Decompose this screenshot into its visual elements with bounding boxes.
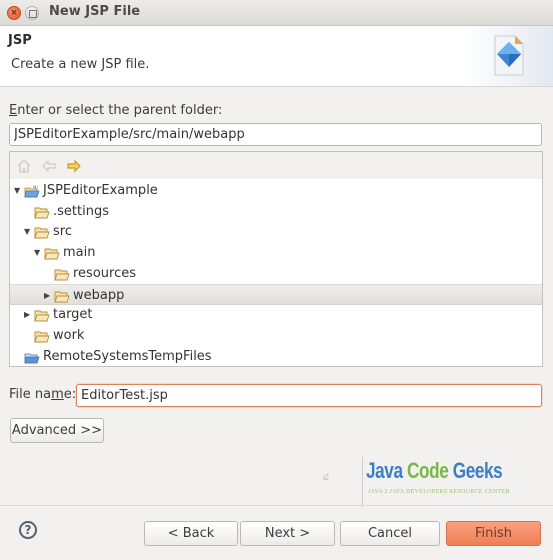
tree-item-label: .settings: [53, 203, 109, 219]
parent-folder-label: Enter or select the parent folder:: [9, 103, 223, 118]
tree-item-target[interactable]: ▶ target: [10, 304, 542, 325]
tree-toolbar: [10, 152, 542, 179]
tree-item-main[interactable]: ▼ main: [10, 242, 542, 263]
back-arrow-icon[interactable]: [41, 158, 57, 174]
file-name-label: File name:: [9, 387, 77, 402]
home-icon[interactable]: [16, 158, 32, 174]
folder-tree[interactable]: ▼ MJ JSPEditorExample .settings ▼ src ▼ main res…: [9, 151, 543, 367]
maximize-window-button[interactable]: [25, 6, 39, 20]
wizard-page-description: Create a new JSP file.: [11, 57, 150, 72]
next-button[interactable]: Next >: [240, 521, 335, 546]
forward-arrow-icon[interactable]: [66, 158, 82, 174]
folder-icon: [54, 267, 70, 281]
expand-arrow-icon[interactable]: ▼: [24, 221, 33, 242]
svg-text:JCG: JCG: [324, 477, 328, 479]
collapse-arrow-icon[interactable]: ▶: [24, 304, 33, 325]
tree-item-label: JSPEditorExample: [43, 183, 158, 198]
logo-separator: [362, 457, 363, 507]
tree-item-resources[interactable]: resources: [10, 263, 542, 284]
file-name-input[interactable]: [76, 384, 542, 407]
tree-item-label: src: [53, 224, 72, 240]
close-icon: ×: [10, 8, 18, 18]
tree-item-label: resources: [73, 265, 137, 281]
jcg-logo-badge-icon: JCG: [322, 472, 329, 481]
tree-item-work[interactable]: work: [10, 325, 542, 346]
tree-item-label: work: [53, 327, 85, 343]
wizard-page-title: JSP: [8, 33, 32, 48]
svg-text:MJ: MJ: [33, 185, 38, 190]
tree-item-jspeditorexample[interactable]: ▼ MJ JSPEditorExample: [10, 180, 542, 201]
folder-icon: [34, 225, 50, 239]
tree-item-webapp[interactable]: ▶ webapp: [10, 283, 542, 306]
title-bar: × New JSP File: [0, 0, 553, 26]
jsp-file-wizard-icon: [494, 35, 524, 76]
help-button[interactable]: ?: [19, 521, 37, 539]
remote-folder-icon: [24, 350, 40, 363]
folder-icon: [34, 205, 50, 219]
folder-icon: [34, 308, 50, 322]
button-bar-separator: [0, 505, 553, 506]
help-icon: ?: [24, 523, 32, 537]
tree-item-label: main: [63, 245, 96, 261]
project-folder-icon: MJ: [24, 184, 40, 198]
back-button[interactable]: < Back: [144, 521, 238, 546]
watermark-logo-text: Java Code Geeks: [366, 458, 503, 483]
collapse-arrow-icon[interactable]: ▶: [44, 285, 53, 306]
tree-item-label: target: [53, 307, 93, 323]
folder-icon: [54, 289, 70, 302]
tree-item-label: RemoteSystemsTempFiles: [43, 348, 212, 364]
window-title: New JSP File: [49, 4, 141, 19]
expand-arrow-icon[interactable]: ▼: [34, 242, 43, 263]
tree-item-src[interactable]: ▼ src: [10, 221, 542, 242]
advanced-button[interactable]: Advanced >>: [10, 418, 104, 443]
close-window-button[interactable]: ×: [7, 6, 21, 20]
wizard-banner: JSP Create a new JSP file.: [0, 26, 553, 87]
tree-item-settings[interactable]: .settings: [10, 201, 542, 222]
folder-icon: [44, 246, 60, 260]
folder-icon: [34, 329, 50, 343]
parent-folder-input[interactable]: [9, 123, 542, 146]
expand-arrow-icon[interactable]: ▼: [14, 180, 23, 201]
finish-button[interactable]: Finish: [446, 521, 541, 546]
tree-item-label: webapp: [73, 287, 125, 303]
tree-item-remotesystemstempfiles[interactable]: RemoteSystemsTempFiles: [10, 346, 542, 367]
watermark-tagline: JAVA 2 JAVA DEVELOPERS RESOURCE CENTER: [368, 489, 510, 495]
cancel-button[interactable]: Cancel: [340, 521, 440, 546]
